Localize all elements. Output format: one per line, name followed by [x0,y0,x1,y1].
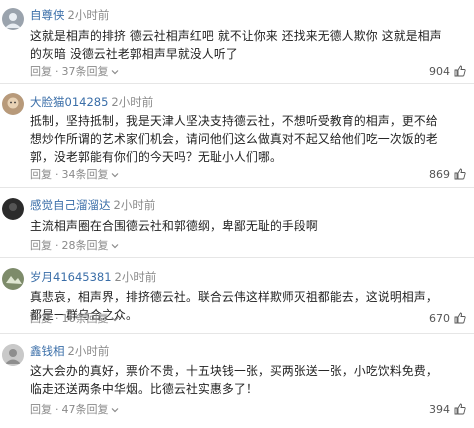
thumbs-up-icon [454,65,466,77]
replies-count: 28条回复 [61,239,109,252]
like-button[interactable]: 670 [429,311,466,327]
like-count: 904 [429,65,450,78]
thumbs-up-icon [454,403,466,415]
replies-count: 37条回复 [61,65,109,78]
chevron-down-icon [111,317,118,322]
like-button[interactable]: 869 [429,167,466,183]
timestamp: 2小时前 [67,344,110,358]
replies-count: 16条回复 [61,312,109,325]
reply-button[interactable]: 回复 [30,403,52,416]
like-button[interactable]: 394 [429,402,466,418]
comment-text: 主流相声圈在合围德云社和郭德纲，卑鄙无耻的手段啊 [30,219,318,233]
avatar[interactable] [2,344,24,366]
reply-button[interactable]: 回复 [30,239,52,252]
comment-text: 抵制，坚持抵制，我是天津人坚决支持德云社，不想听受教育的相声，更不给想炒作所谓的… [30,114,438,164]
comment-text: 这就是相声的排挤 德云社相声红吧 就不让你来 还找来无德人欺你 这就是相声的灰暗… [30,29,442,61]
comment-feed: 自尊侠 2小时前 这就是相声的排挤 德云社相声红吧 就不让你来 还找来无德人欺你 … [0,0,474,428]
comment-text: 这大会办的真好，票价不贵，十五块钱一张，买两张送一张，小吃饮料免费，临走还送两条… [30,364,438,396]
replies-count: 47条回复 [61,403,109,416]
avatar[interactable] [2,8,24,30]
like-button[interactable]: 904 [429,64,466,80]
username[interactable]: 大脸猫014285 [30,95,108,109]
timestamp: 2小时前 [67,8,110,22]
like-count: 394 [429,403,450,416]
reply-button[interactable]: 回复 [30,65,52,78]
replies-count: 34条回复 [61,168,109,181]
username[interactable]: 自尊侠 [30,8,65,22]
reply-button[interactable]: 回复 [30,312,52,325]
avatar[interactable] [2,268,24,290]
view-replies-button[interactable]: 34条回复 [62,168,119,181]
avatar[interactable] [2,198,24,220]
timestamp: 2小时前 [113,198,156,212]
view-replies-button[interactable]: 37条回复 [62,65,119,78]
thumbs-up-icon [454,168,466,180]
comment-item: 自尊侠 2小时前 这就是相声的排挤 德云社相声红吧 就不让你来 还找来无德人欺你 … [0,0,474,84]
username[interactable]: 鑫钱相 [30,344,65,358]
view-replies-button[interactable]: 47条回复 [62,403,119,416]
comment-item: 大脸猫014285 2小时前 抵制，坚持抵制，我是天津人坚决支持德云社，不想听受教… [0,84,474,188]
like-count: 670 [429,312,450,325]
chevron-down-icon [111,408,118,413]
view-replies-button[interactable]: 28条回复 [62,239,119,252]
comment-item: 感觉自己溜溜达 2小时前 主流相声圈在合围德云社和郭德纲，卑鄙无耻的手段啊 回复 ·… [0,188,474,258]
comment-item: 鑫钱相 2小时前 这大会办的真好，票价不贵，十五块钱一张，买两张送一张，小吃饮料免… [0,334,474,428]
like-count: 869 [429,168,450,181]
chevron-down-icon [111,70,118,75]
chevron-down-icon [111,173,118,178]
reply-button[interactable]: 回复 [30,168,52,181]
timestamp: 2小时前 [114,270,157,284]
comment-item: 岁月41645381 2小时前 真悲哀，相声界，排挤德云社。联合云伟这样欺师灭祖都… [0,258,474,334]
username[interactable]: 岁月41645381 [30,270,112,284]
thumbs-up-icon [454,312,466,324]
timestamp: 2小时前 [111,95,154,109]
username[interactable]: 感觉自己溜溜达 [30,198,111,212]
chevron-down-icon [111,244,118,249]
view-replies-button[interactable]: 16条回复 [62,312,119,325]
avatar[interactable] [2,93,24,115]
